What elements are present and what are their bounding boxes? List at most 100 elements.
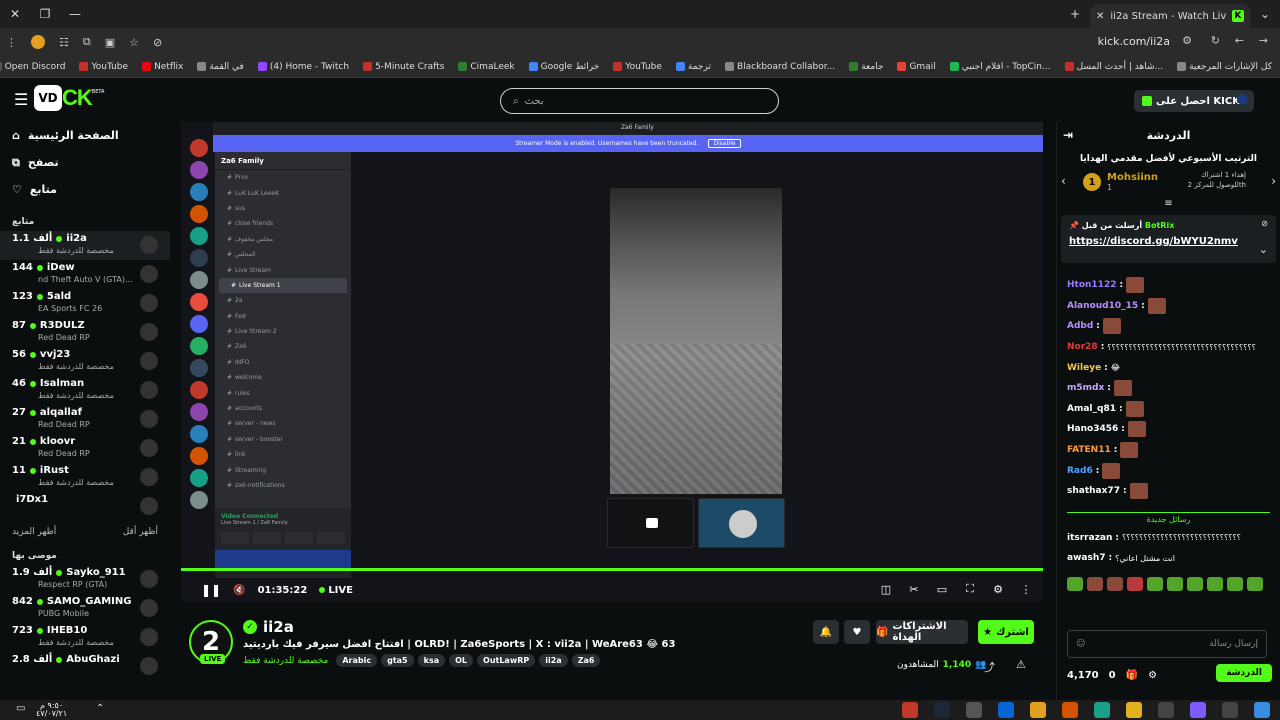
chat-username[interactable]: Amal_q81 <box>1067 404 1116 414</box>
notifications-icon[interactable]: ▭ <box>16 703 25 714</box>
chat-username[interactable]: Alanoud10_15 <box>1067 301 1138 311</box>
share-icon[interactable]: ⤴ <box>984 659 995 675</box>
nav-following[interactable]: ♡ متابع <box>0 176 170 203</box>
chat-username[interactable]: awash7 <box>1067 553 1106 563</box>
site-settings-icon[interactable]: ⚙ <box>1182 34 1192 47</box>
expand-pinned-icon[interactable]: ⌄ <box>1259 243 1268 256</box>
show-more-button[interactable]: أظهر المزيد <box>12 527 56 537</box>
emote-quick-bar[interactable] <box>1057 575 1280 593</box>
tab-search-icon[interactable]: ⌄ <box>1250 0 1280 28</box>
chat-input[interactable]: ☺ إرسال رسالة <box>1067 630 1267 658</box>
address-bar[interactable]: kick.com/ii2a <box>1098 35 1170 48</box>
video-player[interactable]: Za6 Family Streamer Mode is enabled. Use… <box>181 122 1043 602</box>
tab-close-icon[interactable]: ✕ <box>1096 11 1104 22</box>
bookmark-item[interactable]: Open Discord <box>0 62 65 72</box>
chat-username[interactable]: m5mdx <box>1067 383 1104 393</box>
shield-icon[interactable]: ⬢ <box>1236 92 1248 108</box>
bookmark-item[interactable]: كل الإشارات المرجعية <box>1177 62 1272 72</box>
sidebar-channel[interactable]: 2.8 ألف AbuGhazi <box>0 652 170 681</box>
sidebar-channel[interactable]: 123 5ald EA Sports FC 26 <box>0 289 170 318</box>
sidebar-channel[interactable]: 56 vvj23 مخصصة للدردشة فقط <box>0 347 170 376</box>
subscribe-button[interactable]: ★ اشترك <box>978 620 1034 644</box>
bookmark-item[interactable]: افلام اجنبي - TopCin... <box>949 62 1051 72</box>
reload-icon[interactable]: ↻ <box>1211 34 1220 47</box>
nav-home[interactable]: ⌂ الصفحة الرئيسية <box>0 122 170 149</box>
edge-icon[interactable] <box>1094 702 1110 718</box>
sidebar-channel[interactable]: 11 iRust مخصصة للدردشة فقط <box>0 463 170 492</box>
screenshot-icon[interactable]: ▣ <box>105 36 115 49</box>
minimize-window-icon[interactable]: — <box>60 0 90 28</box>
chat-username[interactable]: Adbd <box>1067 321 1093 331</box>
app-icon[interactable] <box>902 702 918 718</box>
collapse-chat-icon[interactable]: ⇥ <box>1063 128 1073 142</box>
sidebar-channel[interactable]: 723 IHEB10 مخصصة للدردشة فقط <box>0 623 170 652</box>
sidebar-channel[interactable]: 1.1 ألف ii2a مخصصة للدردشة فقط <box>0 231 170 260</box>
emoji-icon[interactable]: ☺ <box>1076 639 1085 649</box>
stream-tag[interactable]: OL <box>449 654 474 667</box>
chat-username[interactable]: itsrrazan <box>1067 533 1112 543</box>
show-less-button[interactable]: أظهر أقل <box>123 527 158 537</box>
app2-icon[interactable] <box>1062 702 1078 718</box>
bookmark-item[interactable]: ترجمة <box>675 62 711 72</box>
file-explorer-icon[interactable] <box>1126 702 1142 718</box>
taskbar-clock[interactable]: ٩:٥٠ م ٤٧/٠٧/٢١ <box>36 702 67 718</box>
sidebar-channel[interactable]: 842 SAMO_GAMING PUBG Mobile <box>0 594 170 623</box>
chat-username[interactable]: Nor28 <box>1067 342 1098 352</box>
search-taskbar-icon[interactable] <box>1158 702 1174 718</box>
sidebar-channel[interactable]: 1.9 ألف Sayko_911 Respect RP (GTA) <box>0 565 170 594</box>
search-input[interactable]: ⌕ بحث <box>500 88 779 114</box>
leaderboard-next-icon[interactable]: › <box>1271 174 1276 188</box>
extensions-icon[interactable]: ☷ <box>59 36 69 49</box>
leaderboard-expand-icon[interactable]: ≡ <box>1057 198 1280 209</box>
chat-username[interactable]: shathax77 <box>1067 486 1120 496</box>
puzzle-icon[interactable]: ⧉ <box>83 35 91 49</box>
close-window-icon[interactable]: ✕ <box>0 0 30 28</box>
kick-logo[interactable]: VD CK BETA <box>34 84 104 112</box>
new-tab-icon[interactable]: + <box>1060 0 1090 28</box>
notifications-button[interactable]: 🔔 <box>813 620 839 644</box>
report-icon[interactable]: ⚠ <box>1016 658 1026 671</box>
stream-tag[interactable]: OutLawRP <box>477 654 536 667</box>
bookmark-item[interactable]: 5-Minute Crafts <box>363 62 444 72</box>
more-icon[interactable]: ⋮ <box>1019 582 1033 596</box>
bookmark-item[interactable]: في القمة <box>197 62 244 72</box>
forward-icon[interactable]: → <box>1259 34 1268 47</box>
chat-username[interactable]: Hton1122 <box>1067 280 1116 290</box>
gift-box-icon[interactable]: 🎁 <box>1126 670 1138 681</box>
start-icon[interactable] <box>1254 702 1270 718</box>
stream-category[interactable]: مخصصة للدردشة فقط <box>243 656 328 666</box>
sidebar-channel[interactable]: 144 iDew nd Theft Auto V (GTA)... <box>0 260 170 289</box>
chat-username[interactable]: Rad6 <box>1067 466 1093 476</box>
tray-chevron-icon[interactable]: ⌃ <box>96 703 104 714</box>
bookmark-item[interactable]: جامعة <box>849 62 883 72</box>
hamburger-menu-icon[interactable]: ☰ <box>14 90 28 109</box>
gift-subs-button[interactable]: 🎁 الاشتراكات الهداة <box>876 620 968 644</box>
stream-progress-bar[interactable] <box>181 568 1043 571</box>
sidebar-channel[interactable]: 87 R3DULZ Red Dead RP <box>0 318 170 347</box>
chat-username[interactable]: Hano3456 <box>1067 424 1118 434</box>
chat-username[interactable]: Wileye <box>1067 363 1101 373</box>
bookmark-item[interactable]: Google خرائط <box>528 62 599 72</box>
stream-tag[interactable]: Arabic <box>336 654 378 667</box>
chat-username[interactable]: FATEN11 <box>1067 445 1111 455</box>
stream-tag[interactable]: ksa <box>417 654 446 667</box>
sidebar-channel[interactable]: i7Dx1 <box>0 492 170 521</box>
stream-tag[interactable]: Za6 <box>571 654 601 667</box>
steam-icon[interactable] <box>934 702 950 718</box>
bookmark-item[interactable]: شاهد | أحدث المسل... <box>1064 62 1163 72</box>
eye-off-icon[interactable]: ⊘ <box>153 36 162 49</box>
pause-icon[interactable]: ❚❚ <box>201 583 221 597</box>
star-icon[interactable]: ☆ <box>129 36 139 49</box>
sidebar-channel[interactable]: 27 alqallaf Red Dead RP <box>0 405 170 434</box>
menu-dots-icon[interactable]: ⋮ <box>6 36 17 49</box>
pip-icon[interactable]: ◫ <box>879 582 893 596</box>
streamer-username[interactable]: ii2a <box>263 618 294 636</box>
theater-mode-icon[interactable]: ▭ <box>935 582 949 596</box>
sidebar-channel[interactable]: 21 kloovr Red Dead RP <box>0 434 170 463</box>
chrome-icon[interactable] <box>1030 702 1046 718</box>
restore-window-icon[interactable]: ❐ <box>30 0 60 28</box>
stream-tag[interactable]: gta5 <box>381 654 414 667</box>
bookmark-item[interactable]: Gmail <box>897 62 936 72</box>
profile-icon[interactable] <box>31 35 45 49</box>
fullscreen-icon[interactable]: ⛶ <box>963 582 977 596</box>
